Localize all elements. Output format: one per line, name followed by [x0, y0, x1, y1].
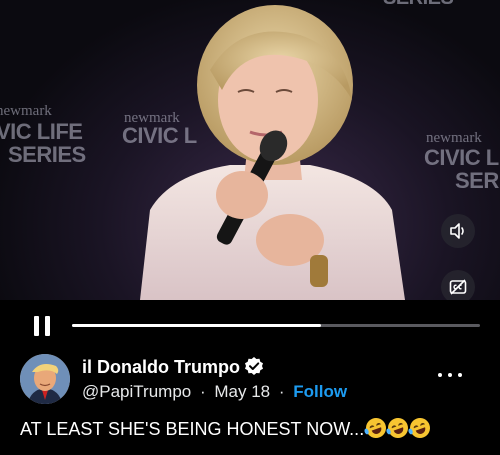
more-options-button[interactable] — [438, 368, 462, 382]
speaker-figure — [140, 5, 405, 300]
backdrop-left-title-line2: SERIES — [8, 142, 86, 167]
follow-button[interactable]: Follow — [293, 382, 347, 401]
verified-badge-icon — [245, 357, 263, 375]
avatar-image — [20, 354, 70, 404]
tweet-date[interactable]: May 18 — [214, 382, 270, 401]
video-player[interactable]: SERIES newmark VIC LIFE SERIES newmark C… — [0, 0, 500, 300]
rolling-on-floor-laughing-emoji — [407, 415, 434, 441]
playback-controls — [0, 300, 500, 348]
emoji-group — [363, 415, 434, 443]
speaker-icon — [450, 223, 464, 239]
video-progress-fill — [72, 324, 321, 327]
display-name[interactable]: il Donaldo Trumpo — [82, 356, 264, 378]
video-progress-bar[interactable] — [72, 324, 480, 327]
display-name-text: il Donaldo Trumpo — [82, 357, 240, 377]
backdrop-right-brand: newmark — [426, 130, 482, 146]
tweet-card: il Donaldo Trumpo @PapiTrumpo · May 18 ·… — [0, 348, 500, 455]
avatar[interactable] — [20, 354, 70, 404]
rolling-on-floor-laughing-emoji — [385, 415, 412, 441]
backdrop-right-title-line2: SER — [455, 168, 499, 193]
backdrop-right-title-line1: CIVIC L — [424, 145, 499, 170]
rolling-on-floor-laughing-emoji — [363, 415, 390, 441]
mute-toggle-button[interactable] — [441, 214, 475, 248]
backdrop-left-title-line1: VIC LIFE — [0, 119, 83, 144]
tweet-meta: @PapiTrumpo · May 18 · Follow — [82, 382, 347, 402]
more-dots-icon — [438, 373, 442, 377]
backdrop-left-brand: newmark — [0, 103, 52, 119]
tweet-text: AT LEAST SHE'S BEING HONEST NOW... — [20, 419, 365, 439]
captions-toggle-button[interactable] — [441, 270, 475, 300]
meta-separator: · — [199, 382, 206, 401]
meta-separator: · — [278, 382, 285, 401]
closed-captions-icon — [449, 279, 467, 295]
pause-icon — [34, 316, 39, 336]
user-handle[interactable]: @PapiTrumpo — [82, 382, 191, 401]
pause-button[interactable] — [34, 316, 52, 336]
tweet-body: AT LEAST SHE'S BEING HONEST NOW... — [20, 415, 434, 443]
